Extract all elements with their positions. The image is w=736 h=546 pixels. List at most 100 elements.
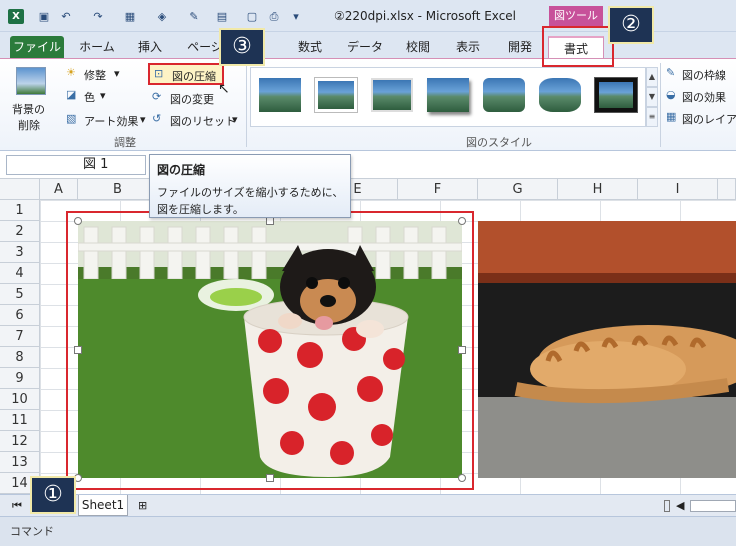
row-header[interactable]: 8 — [0, 347, 40, 368]
row-header[interactable]: 6 — [0, 305, 40, 326]
resize-handle-top-right[interactable] — [458, 217, 466, 225]
name-box[interactable]: 図 1 — [6, 155, 146, 175]
picture-layout-button[interactable]: ▦ 図のレイア — [664, 109, 736, 127]
row-header[interactable]: 2 — [0, 221, 40, 242]
tab-insert[interactable]: 挿入 — [128, 36, 172, 58]
split-handle[interactable] — [664, 500, 670, 512]
undo-icon[interactable]: ↶ — [58, 9, 74, 24]
column-header-partial[interactable] — [718, 179, 736, 200]
tab-home[interactable]: ホーム — [72, 36, 122, 58]
preview-icon[interactable]: ▢ — [244, 9, 260, 24]
compress-pictures-button[interactable]: ⊡ 図の圧縮 — [148, 63, 224, 85]
fill-color-icon[interactable]: ◈ — [154, 9, 170, 24]
row-header[interactable]: 3 — [0, 242, 40, 263]
tab-review[interactable]: 校閲 — [398, 36, 438, 58]
select-all-corner[interactable] — [0, 179, 40, 200]
new-sheet-icon[interactable]: ⊞ — [138, 499, 147, 512]
picture-styles-gallery[interactable] — [250, 67, 646, 127]
group-separator — [660, 63, 661, 147]
borders-icon[interactable]: ▦ — [122, 9, 138, 24]
column-header[interactable]: G — [478, 179, 558, 200]
redo-icon[interactable]: ↷ — [90, 9, 106, 24]
reset-picture-button[interactable]: ↺ 図のリセット ▾ — [150, 111, 242, 129]
tab-developer[interactable]: 開発 — [498, 36, 542, 58]
tooltip-body: ファイルのサイズを縮小するために、図を圧縮します。 — [157, 186, 344, 216]
style-thumb[interactable] — [371, 78, 413, 112]
scroll-left-icon[interactable]: ◀ — [676, 499, 684, 512]
gallery-up-icon[interactable]: ▲ — [646, 67, 658, 87]
artistic-effects-button[interactable]: ▧ アート効果 ▾ — [64, 111, 148, 129]
color-button[interactable]: ◪ 色 ▾ — [64, 87, 138, 105]
style-thumb[interactable] — [539, 78, 581, 112]
picture-tools-header: 図ツール — [549, 6, 603, 26]
status-bar: コマンド — [0, 516, 736, 546]
column-header[interactable]: B — [78, 179, 158, 200]
column-header[interactable]: I — [638, 179, 718, 200]
print-icon[interactable]: ⎙ — [266, 9, 282, 24]
row-header[interactable]: 9 — [0, 368, 40, 389]
save-icon[interactable]: ▣ — [36, 9, 52, 24]
row-header[interactable]: 11 — [0, 410, 40, 431]
compress-icon: ⊡ — [154, 67, 164, 80]
remove-background-button[interactable]: 背景の 削除 — [8, 65, 54, 135]
row-header[interactable]: 5 — [0, 284, 40, 305]
picture-icon[interactable]: ▤ — [214, 9, 230, 24]
styles-group-label: 図のスタイル — [466, 136, 532, 149]
kitten-picture[interactable] — [478, 221, 736, 478]
remove-background-icon — [16, 67, 46, 95]
first-sheet-icon[interactable]: ⏮ — [12, 499, 22, 513]
change-picture-button[interactable]: ⟳ 図の変更 — [150, 89, 226, 107]
corrections-button[interactable]: ☀ 修整 ▾ — [64, 65, 138, 83]
gallery-more-icon[interactable]: ≡ — [646, 107, 658, 127]
resize-handle-bottom[interactable] — [266, 474, 274, 482]
kitten-photo-illustration — [478, 221, 736, 478]
chevron-down-icon: ▾ — [114, 67, 120, 80]
remove-background-label-1: 背景の — [12, 103, 45, 116]
format-painter-icon[interactable]: ✎ — [186, 9, 202, 24]
tab-data[interactable]: データ — [340, 36, 390, 58]
color-label: 色 — [84, 91, 95, 104]
row-header[interactable]: 7 — [0, 326, 40, 347]
horizontal-scrollbar[interactable] — [690, 500, 736, 512]
picture-border-button[interactable]: ✎ 図の枠線 — [664, 65, 736, 83]
reset-picture-icon: ↺ — [152, 112, 162, 125]
sheet-tab-sheet1[interactable]: Sheet1 — [78, 495, 128, 516]
tab-formulas[interactable]: 数式 — [288, 36, 332, 58]
row-header[interactable]: 13 — [0, 452, 40, 473]
row-header[interactable]: 10 — [0, 389, 40, 410]
column-header[interactable]: H — [558, 179, 638, 200]
formula-bar: 図 1 — [0, 151, 736, 179]
puppy-photo-illustration — [78, 221, 462, 478]
artistic-effects-label: アート効果 — [84, 115, 139, 128]
resize-handle-left[interactable] — [74, 346, 82, 354]
column-header[interactable]: F — [398, 179, 478, 200]
excel-app-icon[interactable]: X — [8, 9, 24, 24]
row-header[interactable]: 4 — [0, 263, 40, 284]
remove-background-label-2: 削除 — [18, 119, 40, 132]
customize-qat-icon[interactable]: ▾ — [288, 9, 304, 24]
resize-handle-bottom-right[interactable] — [458, 474, 466, 482]
artistic-effects-icon: ▧ — [66, 112, 77, 125]
status-text: コマンド — [10, 525, 54, 538]
row-header[interactable]: 12 — [0, 431, 40, 452]
compress-tooltip: 図の圧縮 ファイルのサイズを縮小するために、図を圧縮します。 — [149, 154, 351, 218]
gallery-down-icon[interactable]: ▼ — [646, 87, 658, 107]
tab-view[interactable]: 表示 — [446, 36, 490, 58]
row-header[interactable]: 1 — [0, 200, 40, 221]
puppy-picture[interactable] — [78, 221, 462, 478]
resize-handle-top[interactable] — [266, 217, 274, 225]
tab-format[interactable]: 書式 — [548, 36, 604, 58]
picture-effects-button[interactable]: ◒ 図の効果 — [664, 87, 736, 105]
callout-badge-2: ② — [608, 6, 654, 44]
effects-label: 図の効果 — [682, 91, 726, 104]
resize-handle-right[interactable] — [458, 346, 466, 354]
resize-handle-top-left[interactable] — [74, 217, 82, 225]
style-thumb[interactable] — [259, 78, 301, 112]
color-icon: ◪ — [66, 88, 77, 101]
style-thumb[interactable] — [594, 77, 638, 113]
style-thumb[interactable] — [427, 78, 469, 112]
tab-file[interactable]: ファイル — [10, 36, 64, 58]
style-thumb[interactable] — [315, 78, 357, 112]
column-header[interactable]: A — [40, 179, 78, 200]
style-thumb[interactable] — [483, 78, 525, 112]
